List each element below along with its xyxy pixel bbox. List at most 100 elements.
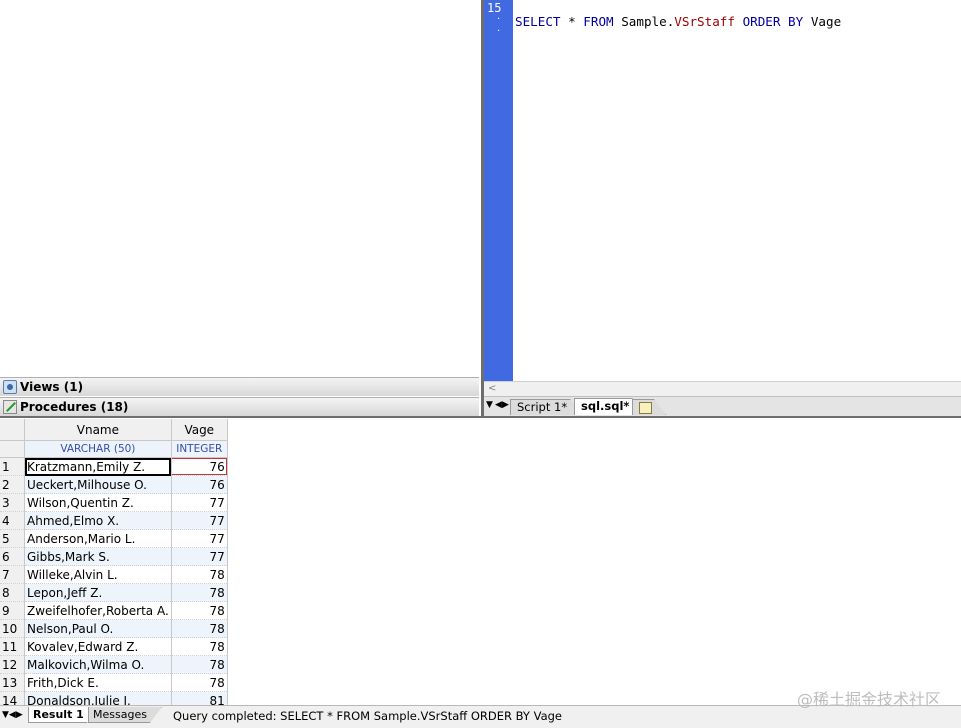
gutter-dot: · [497, 14, 501, 25]
cell-vage[interactable]: 78 [171, 601, 228, 620]
row-number-cell[interactable]: 5 [0, 529, 25, 548]
watermark: @稀土掘金技术社区 [796, 690, 941, 709]
cell-vname[interactable]: Malkovich,Wilma O. [24, 655, 172, 674]
table-row[interactable]: 13 Frith,Dick E. 78 [0, 673, 228, 692]
code-schema: Sample. [621, 14, 675, 29]
tab-prev-icon[interactable]: ◀ [495, 400, 502, 410]
row-number-cell[interactable]: 10 [0, 619, 25, 638]
row-number-cell[interactable]: 6 [0, 547, 25, 566]
table-row[interactable]: 4 Ahmed,Elmo X. 77 [0, 511, 228, 530]
code-keyword: SELECT [515, 14, 561, 29]
cell-vname[interactable]: Nelson,Paul O. [24, 619, 172, 638]
row-number-header[interactable] [0, 419, 25, 441]
tab-script-1[interactable]: Script 1* [510, 399, 582, 415]
row-number-cell[interactable]: 3 [0, 493, 25, 512]
object-browser-pane: Views (1) Procedures (18) [0, 0, 481, 416]
table-row[interactable]: 12 Malkovich,Wilma O. 78 [0, 655, 228, 674]
table-row[interactable]: 6 Gibbs,Mark S. 77 [0, 547, 228, 566]
status-bar: ▼◀▶ Result 1 Messages Query completed: S… [0, 690, 961, 728]
row-number-cell[interactable]: 14 [0, 691, 25, 705]
table-row[interactable]: 14 Donaldson,Julie I. 81 [0, 691, 228, 705]
cell-vname[interactable]: Lepon,Jeff Z. [24, 583, 172, 602]
cell-vname[interactable]: Donaldson,Julie I. [24, 691, 172, 705]
table-row[interactable]: 11 Kovalev,Edward Z. 78 [0, 637, 228, 656]
table-row[interactable]: 3 Wilson,Quentin Z. 77 [0, 493, 228, 512]
table-row[interactable]: 9 Zweifelhofer,Roberta A. 78 [0, 601, 228, 620]
row-number-cell[interactable]: 2 [0, 475, 25, 494]
tab-next-icon[interactable]: ▶ [502, 400, 509, 410]
tab-label: Result 1 [33, 708, 84, 721]
scroll-left-icon[interactable]: < [488, 383, 496, 394]
column-type-vname: VARCHAR (50) [24, 440, 172, 458]
column-header-vname[interactable]: Vname [24, 419, 172, 441]
cell-vname[interactable]: Frith,Dick E. [24, 673, 172, 692]
row-number-cell[interactable]: 12 [0, 655, 25, 674]
row-number-cell[interactable]: 13 [0, 673, 25, 692]
code-column: Vage [810, 14, 842, 29]
tab-label: Messages [93, 708, 147, 721]
cell-vage[interactable]: 81 [171, 691, 228, 705]
code-operator: * [568, 14, 576, 29]
cell-vage[interactable]: 78 [171, 655, 228, 674]
code-table: VSrStaff [674, 14, 735, 29]
row-number-cell[interactable]: 9 [0, 601, 25, 620]
row-number-cell[interactable]: 8 [0, 583, 25, 602]
cell-vage[interactable]: 77 [171, 529, 228, 548]
views-label: Views (1) [20, 380, 84, 394]
table-row[interactable]: 2 Ueckert,Milhouse O. 76 [0, 475, 228, 494]
cell-vage[interactable]: 78 [171, 673, 228, 692]
cell-vage[interactable]: 77 [171, 547, 228, 566]
sql-code-line[interactable]: SELECT * FROM Sample.VSrStaff ORDER BY V… [515, 14, 841, 29]
cell-vage[interactable]: 78 [171, 583, 228, 602]
cell-vage[interactable]: 76 [171, 475, 228, 494]
row-number-cell[interactable]: 7 [0, 565, 25, 584]
procedures-icon [3, 400, 17, 414]
tab-label: Script 1* [517, 400, 568, 414]
tab-label: sql.sql* [581, 399, 630, 413]
line-number-gutter: 15 · · [484, 0, 513, 381]
result-tab-nav-icon[interactable]: ▼◀▶ [2, 710, 23, 720]
row-number-cell[interactable]: 11 [0, 637, 25, 656]
line-number: 15 [487, 1, 502, 15]
cell-vage[interactable]: 77 [171, 511, 228, 530]
cell-vname[interactable]: Anderson,Mario L. [24, 529, 172, 548]
table-row[interactable]: 1 Kratzmann,Emily Z. 76 [0, 457, 228, 476]
cell-vname[interactable]: Wilson,Quentin Z. [24, 493, 172, 512]
cell-vname[interactable]: Ahmed,Elmo X. [24, 511, 172, 530]
table-row[interactable]: 5 Anderson,Mario L. 77 [0, 529, 228, 548]
tab-list-icon[interactable]: ▼ [486, 400, 493, 410]
tab-new-script[interactable] [632, 399, 666, 415]
table-row[interactable]: 7 Willeke,Alvin L. 78 [0, 565, 228, 584]
procedures-node[interactable]: Procedures (18) [0, 397, 479, 416]
cell-vname[interactable]: Ueckert,Milhouse O. [24, 475, 172, 494]
cell-vage[interactable]: 76 [171, 457, 228, 476]
cell-vname[interactable]: Gibbs,Mark S. [24, 547, 172, 566]
column-header-vage[interactable]: Vage [171, 419, 228, 441]
table-row[interactable]: 8 Lepon,Jeff Z. 78 [0, 583, 228, 602]
editor-horizontal-scrollbar[interactable]: < [484, 381, 961, 397]
status-message: Query completed: SELECT * FROM Sample.VS… [173, 709, 562, 723]
views-icon [3, 380, 17, 394]
cell-vname[interactable]: Willeke,Alvin L. [24, 565, 172, 584]
cell-vname[interactable]: Zweifelhofer,Roberta A. [24, 601, 172, 620]
new-script-icon [639, 402, 652, 414]
cell-vage[interactable]: 78 [171, 619, 228, 638]
cell-vage[interactable]: 78 [171, 565, 228, 584]
row-number-cell[interactable]: 1 [0, 457, 25, 476]
views-node[interactable]: Views (1) [0, 377, 479, 396]
row-number-cell[interactable]: 4 [0, 511, 25, 530]
result-table: Vname Vage VARCHAR (50) INTEGER 1 Kratzma… [0, 419, 228, 705]
cell-vname[interactable]: Kovalev,Edward Z. [24, 637, 172, 656]
cell-vname[interactable]: Kratzmann,Emily Z. [24, 457, 172, 476]
editor-tab-bar: ▼ ◀ ▶ Script 1* sql.sql* [484, 396, 961, 416]
tab-messages[interactable]: Messages [88, 707, 162, 723]
cell-vage[interactable]: 77 [171, 493, 228, 512]
sql-editor[interactable]: 15 · · SELECT * FROM Sample.VSrStaff ORD… [484, 0, 961, 381]
table-row[interactable]: 10 Nelson,Paul O. 78 [0, 619, 228, 638]
code-keyword: ORDER BY [742, 14, 804, 29]
column-type-vage: INTEGER [171, 440, 228, 458]
result-grid: Vname Vage VARCHAR (50) INTEGER 1 Kratzma… [0, 418, 961, 705]
gutter-dot: · [497, 26, 501, 37]
cell-vage[interactable]: 78 [171, 637, 228, 656]
row-number-cell [0, 440, 25, 458]
